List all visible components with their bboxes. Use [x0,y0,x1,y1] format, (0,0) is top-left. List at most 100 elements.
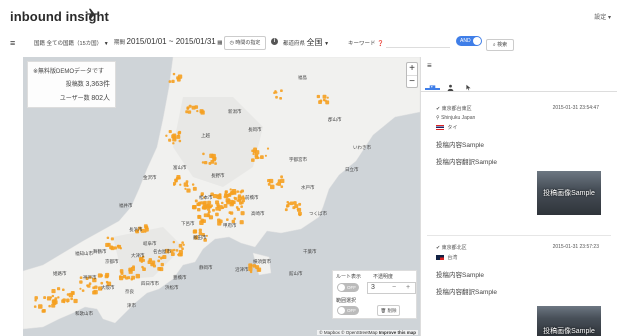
post-marker [236,207,240,211]
range-toggle[interactable]: OFF [337,306,359,315]
post-marker [218,193,222,197]
country-filter[interactable]: 国籍 全ての国籍（15カ国） ▼ [34,39,109,47]
post-image[interactable]: 投稿画像Sample [537,306,601,336]
post-marker [298,202,302,206]
time-setting-button[interactable]: ◷ 時間の指定 [224,36,266,50]
post-marker [234,197,238,201]
post-marker [240,205,243,208]
post-marker [207,214,211,218]
post-marker [192,204,197,210]
post-marker [174,179,177,183]
opacity-value: 3 [371,284,375,291]
zoom-control: + − [406,62,418,88]
post-marker [79,287,82,290]
post-marker [116,244,120,248]
zoom-in-button[interactable]: + [407,63,417,75]
clock-icon: ◷ [229,40,234,46]
tab-pointer[interactable] [461,78,476,91]
place-label: 大阪市 [101,284,115,291]
improve-map-link[interactable]: Improve this map [379,330,416,335]
post-place-row: ⚲ Shinjuku Japan [436,115,601,121]
hamburger-menu-icon[interactable]: ≡ [10,39,15,48]
map-view[interactable]: 福島 新潟市 長岡市 郡山市 上越 長野市 宇都宮市 前橋市 高崎市 つくば市 水戸市 甲府市 千葉市静… [23,57,420,336]
keyword-input[interactable] [386,39,450,48]
post-item[interactable]: ✔ 東京都北区 2015-01-31 23:57:23 台湾 投稿内容Sampl… [436,244,601,336]
post-item[interactable]: ✔ 東京都台東区 2015-01-31 23:54:47 ⚲ Shinjuku … [436,105,601,221]
post-marker [201,161,205,164]
prefecture-value: 全国 [306,38,323,47]
post-marker [43,296,47,300]
place-label: 富山市 [173,164,187,171]
place-label: 姫路市 [53,270,67,277]
post-marker [268,178,274,184]
place-label: 宇都宮市 [289,156,307,163]
post-marker [173,183,176,186]
post-marker [118,275,124,281]
post-marker [88,282,92,285]
period-label: 期間 [114,40,126,46]
attribution-text[interactable]: © Mapbox © OpenStreetMap [319,330,377,335]
place-label: 和歌山市 [75,310,93,317]
period-filter[interactable]: 期間 2015/01/01 ~ 2015/01/31 ▦ [114,37,222,46]
plus-icon[interactable]: + [406,284,410,291]
post-marker [226,200,230,205]
help-icon[interactable]: ❓ [377,41,384,47]
place-label: 横須賀市 [253,258,271,265]
post-marker [197,207,201,212]
post-marker [177,253,180,256]
users-count-value: 802人 [91,95,110,102]
panel-menu-icon[interactable]: ≡ [427,62,432,70]
search-button[interactable]: ⌕ 検索 [486,39,514,51]
post-marker [51,288,56,294]
place-label: 長岡市 [248,126,262,133]
prefecture-filter[interactable]: 都道府県 全国 ▼ [283,37,329,48]
place-label: 高崎市 [251,210,265,217]
post-marker [161,256,164,259]
keyword-label: キーワード [348,41,376,47]
app-logo[interactable]: inbound insight [10,8,109,24]
post-marker [226,218,229,221]
place-label: 福知山市 [75,250,93,257]
post-marker [196,109,199,113]
opacity-stepper[interactable]: 3 − + [367,282,416,294]
settings-menu[interactable]: 設定 ▾ [594,12,611,21]
place-label: 飯田市 [193,234,207,241]
post-marker [207,210,211,214]
post-marker [280,175,283,179]
post-marker [191,183,195,186]
info-icon[interactable]: i [271,38,278,45]
post-marker [212,208,215,212]
route-toggle[interactable]: OFF [337,283,359,292]
post-marker [322,94,327,99]
post-marker [125,276,129,280]
minus-icon[interactable]: − [392,284,396,291]
post-marker [228,192,232,196]
post-marker [213,156,217,160]
tab-users[interactable] [443,78,458,91]
post-marker [248,266,253,272]
time-setting-label: 時間の指定 [235,40,261,46]
post-marker [143,224,148,229]
post-marker [250,264,253,267]
post-marker [184,187,187,190]
zoom-out-button[interactable]: − [407,75,417,87]
post-marker [199,109,204,114]
post-marker [232,191,237,195]
post-marker [135,273,141,279]
pin-icon: ✔ [436,106,441,112]
tab-posts[interactable] [425,78,440,90]
place-label: 沼津市 [235,266,249,273]
post-marker [70,297,73,301]
users-count-label: ユーザー数 [59,96,90,102]
post-image[interactable]: 投稿画像Sample [537,171,601,215]
place-label: 浜松市 [165,284,179,291]
post-marker [104,274,109,279]
post-marker [196,202,200,206]
place-label: 長浜市 [129,226,143,233]
post-marker [216,203,220,207]
post-marker [41,309,45,313]
and-toggle[interactable]: AND [456,36,482,46]
and-label: AND [460,38,471,44]
post-marker [193,229,198,234]
delete-button[interactable]: 🗑 削除 [377,305,400,316]
